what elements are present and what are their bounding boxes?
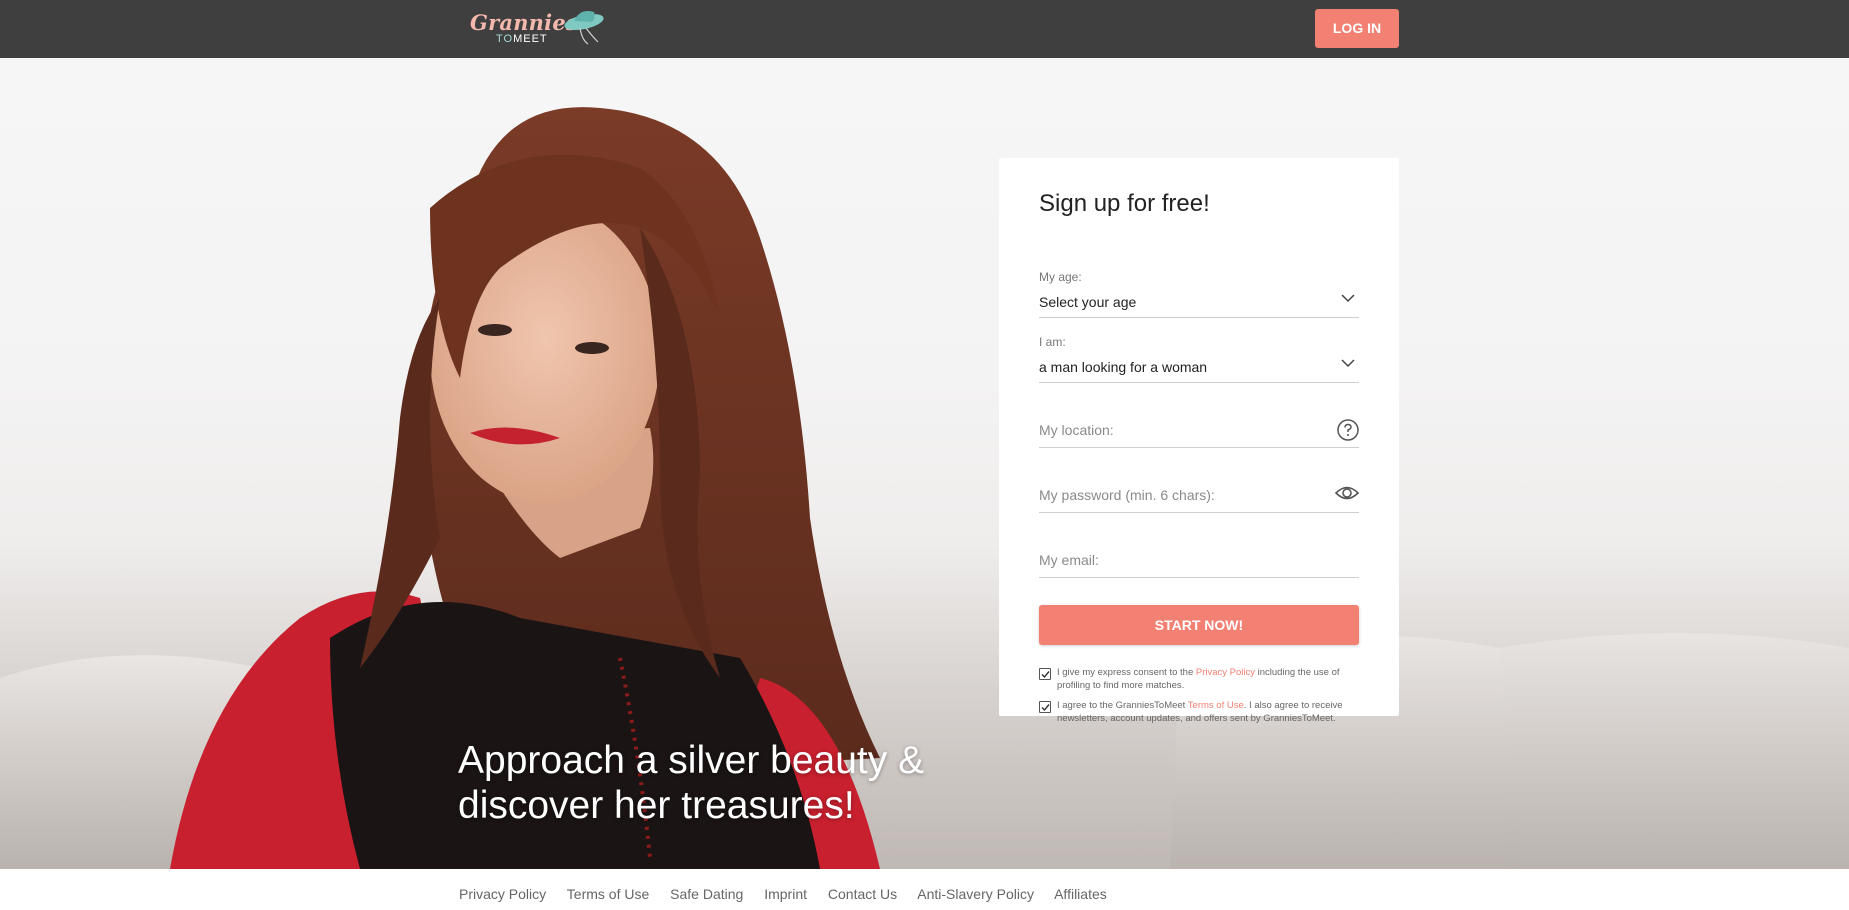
footer-link-safe-dating[interactable]: Safe Dating bbox=[670, 886, 743, 902]
terms-of-use-link[interactable]: Terms of Use bbox=[1188, 700, 1244, 711]
email-field[interactable]: My email: bbox=[1039, 530, 1359, 578]
footer: Privacy Policy Terms of Use Safe Dating … bbox=[0, 869, 1849, 910]
eye-icon[interactable] bbox=[1335, 484, 1359, 502]
privacy-consent-checkbox[interactable] bbox=[1039, 668, 1051, 680]
age-select[interactable]: My age: Select your age bbox=[1039, 270, 1359, 318]
footer-link-anti-slavery[interactable]: Anti-Slavery Policy bbox=[917, 886, 1034, 902]
terms-consent-checkbox[interactable] bbox=[1039, 701, 1051, 713]
checkmark-icon bbox=[1041, 704, 1050, 712]
privacy-policy-link[interactable]: Privacy Policy bbox=[1196, 667, 1255, 678]
hero-tagline: Approach a silver beauty & discover her … bbox=[458, 739, 925, 827]
checkmark-icon bbox=[1041, 671, 1050, 679]
footer-link-contact[interactable]: Contact Us bbox=[828, 886, 897, 902]
age-label: My age: bbox=[1039, 270, 1082, 284]
chevron-down-icon bbox=[1341, 359, 1355, 368]
iam-label: I am: bbox=[1039, 335, 1066, 349]
hat-icon bbox=[564, 11, 604, 45]
footer-link-imprint[interactable]: Imprint bbox=[764, 886, 807, 902]
start-now-button[interactable]: START NOW! bbox=[1039, 605, 1359, 645]
footer-link-privacy[interactable]: Privacy Policy bbox=[459, 886, 546, 902]
top-bar: Grannies TOMEET LOG IN bbox=[0, 0, 1849, 58]
location-placeholder: My location: bbox=[1039, 422, 1114, 438]
chevron-down-icon bbox=[1341, 294, 1355, 303]
email-placeholder: My email: bbox=[1039, 552, 1099, 568]
age-value: Select your age bbox=[1039, 294, 1137, 310]
hero-section: Approach a silver beauty & discover her … bbox=[0, 58, 1849, 869]
signup-title: Sign up for free! bbox=[1039, 190, 1210, 217]
login-button[interactable]: LOG IN bbox=[1315, 9, 1399, 48]
footer-links: Privacy Policy Terms of Use Safe Dating … bbox=[459, 886, 1124, 902]
iam-value: a man looking for a woman bbox=[1039, 359, 1208, 375]
footer-link-terms[interactable]: Terms of Use bbox=[567, 886, 649, 902]
question-circle-icon[interactable] bbox=[1337, 419, 1359, 441]
signup-card: Sign up for free! My age: Select your ag… bbox=[999, 158, 1399, 724]
password-field[interactable]: My password (min. 6 chars): bbox=[1039, 465, 1359, 513]
logo-subtext: TOMEET bbox=[496, 33, 548, 45]
location-field[interactable]: My location: bbox=[1039, 400, 1359, 448]
footer-link-affiliates[interactable]: Affiliates bbox=[1054, 886, 1107, 902]
site-logo[interactable]: Grannies TOMEET bbox=[470, 6, 610, 50]
gender-select[interactable]: I am: a man looking for a woman bbox=[1039, 335, 1359, 383]
password-placeholder: My password (min. 6 chars): bbox=[1039, 487, 1215, 503]
